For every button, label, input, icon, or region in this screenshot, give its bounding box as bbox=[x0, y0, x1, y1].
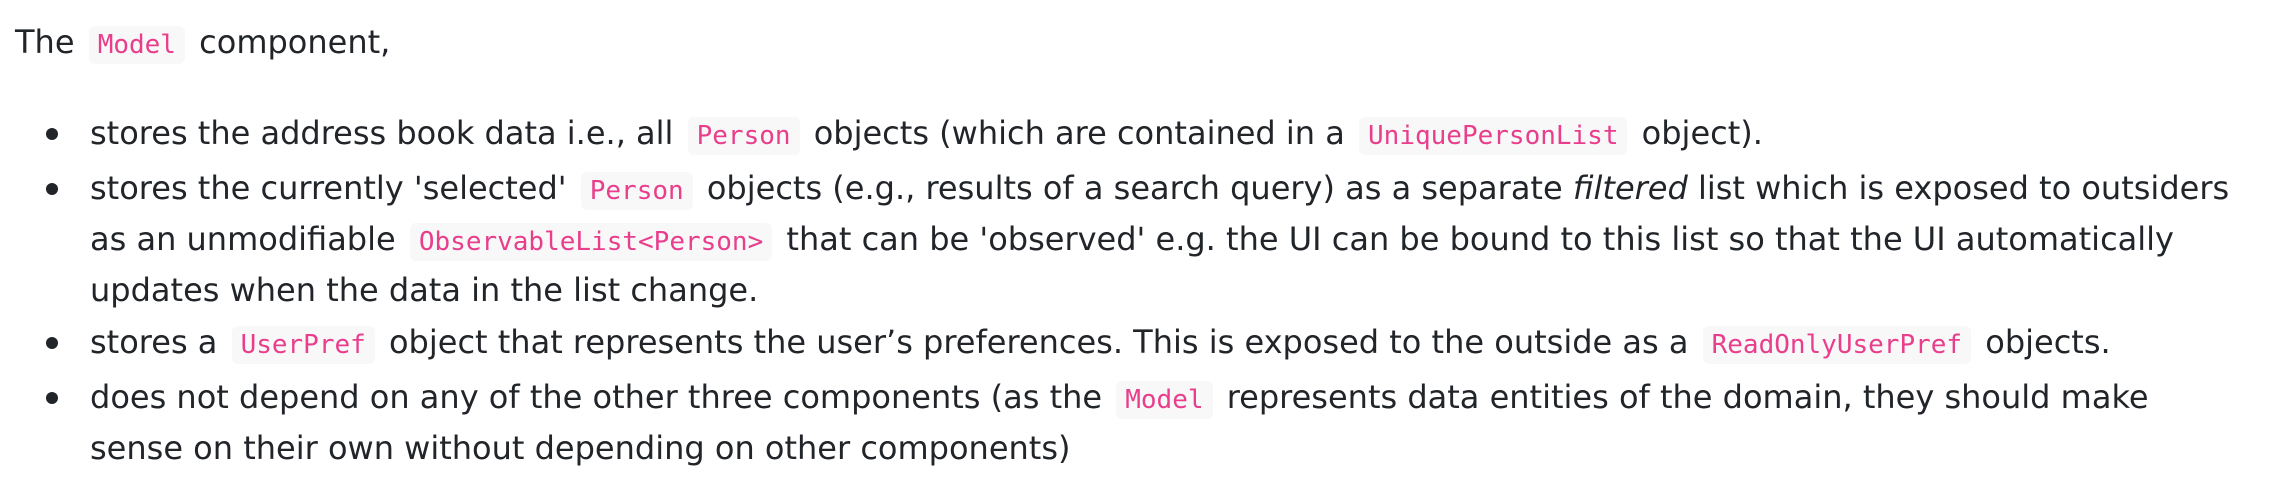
item-text: objects. bbox=[1985, 323, 2111, 361]
bullet-icon bbox=[46, 392, 58, 404]
bullet-icon bbox=[46, 128, 58, 140]
list-item: stores the address book data i.e., all P… bbox=[46, 109, 2270, 160]
item-text: that can be 'observed' e.g. the UI can b… bbox=[90, 220, 2174, 309]
item-text: does not depend on any of the other thre… bbox=[90, 378, 1103, 416]
code-model: Model bbox=[88, 26, 185, 64]
intro-suffix: component, bbox=[199, 23, 391, 61]
item-text: objects (which are contained in a bbox=[813, 114, 1345, 152]
item-text: objects (e.g., results of a search query… bbox=[706, 169, 1563, 207]
code-unique-person-list: UniquePersonList bbox=[1359, 117, 1628, 155]
intro-prefix: The bbox=[15, 23, 75, 61]
item-text: object). bbox=[1641, 114, 1763, 152]
item-text: stores the address book data i.e., all bbox=[90, 114, 674, 152]
bullet-icon bbox=[46, 337, 58, 349]
item-text: stores a bbox=[90, 323, 218, 361]
code-person: Person bbox=[687, 117, 800, 155]
code-observable-list: ObservableList<Person> bbox=[409, 223, 773, 261]
list-item: stores the currently 'selected' Person o… bbox=[46, 164, 2270, 314]
responsibilities-list: stores the address book data i.e., all P… bbox=[15, 109, 2270, 472]
code-user-pref: UserPref bbox=[231, 326, 375, 364]
list-item: does not depend on any of the other thre… bbox=[46, 373, 2270, 472]
item-text: object that represents the user’s prefer… bbox=[388, 323, 1689, 361]
item-text: stores the currently 'selected' bbox=[90, 169, 567, 207]
intro-paragraph: The Model component, bbox=[15, 18, 2270, 69]
code-model: Model bbox=[1116, 381, 1213, 419]
document-page: The Model component, stores the address … bbox=[0, 0, 2285, 490]
emphasis-filtered: filtered bbox=[1572, 169, 1688, 207]
code-person: Person bbox=[580, 172, 693, 210]
code-read-only-user-pref: ReadOnlyUserPref bbox=[1702, 326, 1972, 364]
bullet-icon bbox=[46, 183, 58, 195]
list-item: stores a UserPref object that represents… bbox=[46, 318, 2270, 369]
